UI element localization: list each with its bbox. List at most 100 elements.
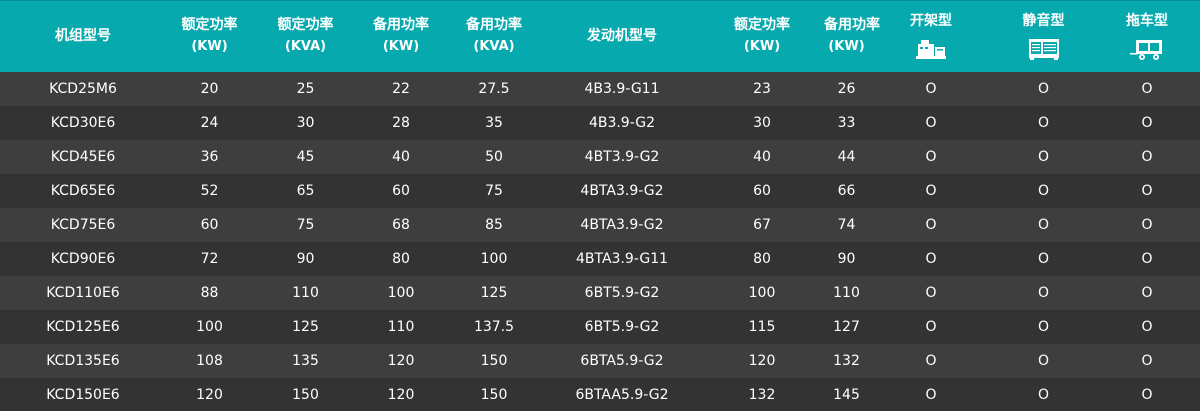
cell-genset-model: KCD30E6 <box>50 115 116 131</box>
header-engine-model: 发动机型号 <box>544 0 700 72</box>
cell-silent-available: O <box>1037 183 1050 199</box>
cell-open-frame-available: O <box>925 251 937 267</box>
cell-engine-rated-power-kw: 67 <box>753 217 771 233</box>
cell-engine-standby-power-kw: 132 <box>833 353 860 369</box>
cell-silent-available: O <box>1037 285 1050 301</box>
cell-genset-model: KCD110E6 <box>46 285 120 301</box>
cell-standby-power-kva: 125 <box>480 285 508 301</box>
cell-engine-model: 4BTA3.9-G2 <box>580 183 664 199</box>
cell-rated-power-kw: 108 <box>196 353 223 369</box>
header-label: 拖车型 <box>1126 13 1168 29</box>
header-label: 静音型 <box>1022 13 1065 29</box>
cell-silent-available: O <box>1037 353 1050 369</box>
cell-standby-power-kw: 110 <box>387 319 415 335</box>
cell-standby-power-kw: 28 <box>392 115 410 131</box>
cell-standby-power-kw: 120 <box>387 353 415 369</box>
header-label: 机组型号 <box>55 28 111 44</box>
table-row: KCD65E6 52 65 60 75 4BTA3.9-G2 60 66 O O O <box>0 174 1200 208</box>
table-body: KCD25M6 20 25 22 27.5 4B3.9-G11 23 26 O O O KCD30E6… <box>0 72 1200 411</box>
cell-silent-available: O <box>1037 251 1050 267</box>
cell-engine-rated-power-kw: 115 <box>748 319 776 335</box>
cell-genset-model: KCD90E6 <box>50 251 116 267</box>
cell-open-frame-available: O <box>925 217 937 233</box>
cell-engine-model: 6BTAA5.9-G2 <box>575 387 669 403</box>
header-unit: (KW) <box>828 39 865 54</box>
header-row: 机组型号 额定功率 (KW) 额定功率 (KVA) 备用功率 (KW) 备用功率… <box>0 0 1200 72</box>
cell-engine-standby-power-kw: 110 <box>833 285 860 301</box>
cell-engine-model: 6BT5.9-G2 <box>584 319 660 335</box>
header-label: 备用功率 <box>466 17 522 33</box>
cell-silent-available: O <box>1037 115 1050 131</box>
cell-open-frame-available: O <box>925 183 937 199</box>
cell-rated-power-kva: 30 <box>296 115 315 131</box>
cell-engine-standby-power-kw: 74 <box>837 217 856 233</box>
table-row: KCD45E6 36 45 40 50 4BT3.9-G2 40 44 O O O <box>0 140 1200 174</box>
header-label: 发动机型号 <box>587 28 657 44</box>
cell-engine-model: 6BTA5.9-G2 <box>580 353 664 369</box>
cell-trailer-available: O <box>1141 251 1153 267</box>
header-silent-type: 静音型 <box>993 0 1094 72</box>
header-unit: (KW) <box>382 39 420 54</box>
cell-open-frame-available: O <box>925 387 937 403</box>
cell-engine-standby-power-kw: 26 <box>837 81 856 97</box>
cell-rated-power-kva: 135 <box>292 353 319 369</box>
trailer-generator-icon <box>1130 40 1162 60</box>
cell-rated-power-kva: 90 <box>296 251 315 267</box>
cell-silent-available: O <box>1037 387 1050 403</box>
cell-engine-standby-power-kw: 90 <box>837 251 856 267</box>
cell-trailer-available: O <box>1141 81 1153 97</box>
cell-rated-power-kw: 52 <box>200 183 219 199</box>
cell-standby-power-kw: 22 <box>392 81 410 97</box>
header-label: 额定功率 <box>734 17 790 33</box>
cell-standby-power-kva: 85 <box>485 217 503 233</box>
cell-engine-standby-power-kw: 66 <box>837 183 856 199</box>
table-row: KCD150E6 120 150 120 150 6BTAA5.9-G2 132 145 O O O <box>0 378 1200 411</box>
header-top-border <box>0 0 1200 1</box>
cell-engine-rated-power-kw: 40 <box>753 149 771 165</box>
table-row: KCD110E6 88 110 100 125 6BT5.9-G2 100 110 O O O <box>0 276 1200 310</box>
cell-genset-model: KCD125E6 <box>46 319 120 335</box>
open-frame-generator-icon <box>916 40 946 59</box>
cell-standby-power-kw: 68 <box>392 217 410 233</box>
cell-standby-power-kva: 75 <box>485 183 503 199</box>
cell-engine-rated-power-kw: 100 <box>748 285 776 301</box>
header-engine-standby-power-kw: 备用功率 (KW) <box>824 0 880 72</box>
cell-open-frame-available: O <box>925 81 937 97</box>
cell-engine-standby-power-kw: 33 <box>837 115 856 131</box>
header-label: 备用功率 <box>824 17 880 33</box>
cell-rated-power-kw: 88 <box>200 285 219 301</box>
cell-genset-model: KCD75E6 <box>50 217 116 233</box>
cell-open-frame-available: O <box>925 115 937 131</box>
cell-engine-model: 6BT5.9-G2 <box>584 285 660 301</box>
cell-standby-power-kva: 150 <box>480 353 508 369</box>
cell-open-frame-available: O <box>925 149 937 165</box>
cell-standby-power-kw: 60 <box>392 183 410 199</box>
cell-genset-model: KCD135E6 <box>46 353 120 369</box>
cell-open-frame-available: O <box>925 319 937 335</box>
cell-rated-power-kw: 60 <box>200 217 219 233</box>
table-row: KCD90E6 72 90 80 100 4BTA3.9-G11 80 90 O O O <box>0 242 1200 276</box>
cell-trailer-available: O <box>1141 183 1153 199</box>
table-row: KCD125E6 100 125 110 137.5 6BT5.9-G2 115 127 O O O <box>0 310 1200 344</box>
cell-trailer-available: O <box>1141 353 1153 369</box>
header-label: 额定功率 <box>277 17 334 33</box>
cell-rated-power-kw: 24 <box>200 115 219 131</box>
cell-trailer-available: O <box>1141 319 1153 335</box>
header-unit: (KVA) <box>473 39 515 54</box>
cell-rated-power-kw: 72 <box>200 251 219 267</box>
cell-trailer-available: O <box>1141 149 1153 165</box>
cell-rated-power-kva: 65 <box>296 183 315 199</box>
header-rated-power-kva: 额定功率 (KVA) <box>253 0 358 72</box>
cell-rated-power-kva: 45 <box>296 149 315 165</box>
cell-trailer-available: O <box>1141 115 1153 131</box>
table-header: 机组型号 额定功率 (KW) 额定功率 (KVA) 备用功率 (KW) 备用功率… <box>0 0 1200 72</box>
silent-generator-icon <box>1028 39 1059 60</box>
table-row: KCD135E6 108 135 120 150 6BTA5.9-G2 120 132 O O O <box>0 344 1200 378</box>
header-standby-power-kw: 备用功率 (KW) <box>358 0 444 72</box>
cell-standby-power-kw: 40 <box>392 149 410 165</box>
cell-rated-power-kva: 125 <box>292 319 319 335</box>
cell-standby-power-kva: 100 <box>480 251 508 267</box>
cell-rated-power-kw: 36 <box>200 149 219 165</box>
cell-engine-rated-power-kw: 23 <box>753 81 771 97</box>
cell-trailer-available: O <box>1141 217 1153 233</box>
